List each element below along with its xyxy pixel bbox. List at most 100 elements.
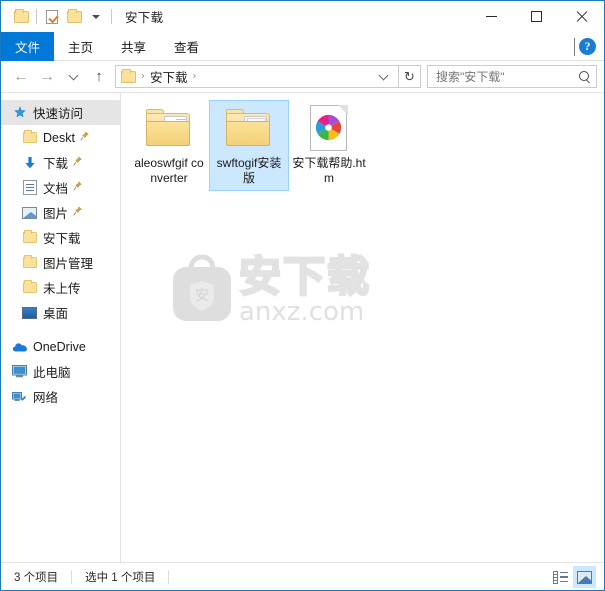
watermark: 安 安下载 anxz.com: [169, 253, 371, 327]
selection-count-label: 选中 1 个项目: [85, 571, 156, 584]
sidebar-item-desktop[interactable]: 桌面: [1, 300, 120, 325]
cloud-icon: [11, 339, 28, 355]
navigation-bar: ← → ↑ › 安下载 › ↻ 搜索"安下载": [1, 61, 604, 92]
sidebar-item-label: 下载: [43, 157, 69, 171]
file-item-label: 安下载帮助.htm: [292, 156, 366, 185]
back-arrow-icon: ←: [13, 67, 29, 85]
sidebar-item-label: 安下载: [43, 232, 81, 246]
sidebar-item-this-pc[interactable]: 此电脑: [1, 359, 120, 384]
checked-document-icon[interactable]: [41, 6, 63, 28]
tab-home[interactable]: 主页: [54, 32, 107, 61]
watermark-text: 安下载 anxz.com: [238, 253, 371, 327]
sidebar-item-label: 网络: [33, 391, 59, 405]
refresh-button[interactable]: ↻: [399, 65, 421, 88]
folder-icon: [21, 230, 38, 246]
pinwheel-icon: [315, 114, 342, 141]
chevron-down-icon[interactable]: [574, 37, 575, 56]
sidebar-item-not-uploaded[interactable]: 未上传: [1, 275, 120, 300]
sidebar-item-picture-management[interactable]: 图片管理: [1, 250, 120, 275]
recent-locations-button[interactable]: [60, 64, 86, 90]
qat-divider: [36, 9, 37, 24]
close-button[interactable]: [559, 1, 604, 32]
search-input[interactable]: 搜索"安下载": [436, 68, 579, 85]
chevron-down-icon[interactable]: [378, 70, 389, 80]
explorer-body: 快速访问 Deskt 下载 文档 图片 安下载 图片管理 未上传 桌面 OneD…: [1, 92, 604, 562]
html-document-icon: [305, 104, 353, 152]
chevron-down-icon: [68, 70, 78, 80]
qat-new-folder-icon[interactable]: [63, 6, 85, 28]
folder-icon: [21, 130, 38, 146]
computer-icon: [11, 364, 28, 380]
up-arrow-icon: ↑: [95, 68, 103, 85]
desktop-icon: [21, 305, 38, 321]
pin-icon[interactable]: [80, 130, 89, 145]
tab-file[interactable]: 文件: [1, 32, 55, 61]
pin-icon[interactable]: [73, 205, 82, 220]
sidebar-item-downloads[interactable]: 下载: [1, 150, 120, 175]
folder-icon: [121, 68, 136, 83]
folder-icon: [225, 104, 273, 152]
item-count-label: 3 个项目: [14, 571, 59, 584]
large-icons-view-icon[interactable]: [573, 566, 596, 588]
qat-folder-icon[interactable]: [10, 6, 32, 28]
sidebar-item-documents[interactable]: 文档: [1, 175, 120, 200]
details-view-icon[interactable]: [549, 566, 572, 588]
file-item-htm-anxiazai-help[interactable]: 安下载帮助.htm: [289, 100, 369, 191]
forward-button[interactable]: →: [34, 64, 60, 90]
icon-grid: aleoswfgif converter swftogif安装版 安下载帮助.h…: [121, 93, 604, 191]
search-icon[interactable]: [579, 70, 591, 83]
file-item-label: aleoswfgif converter: [134, 156, 204, 185]
sidebar-item-label: 图片管理: [43, 257, 94, 271]
sidebar-item-anxiazai[interactable]: 安下载: [1, 225, 120, 250]
breadcrumb-segment-current[interactable]: 安下载: [150, 67, 188, 86]
watermark-url: anxz.com: [239, 297, 365, 327]
window-title: 安下载: [125, 11, 164, 25]
pin-icon[interactable]: [73, 155, 82, 170]
folder-icon: [21, 280, 38, 296]
back-button[interactable]: ←: [8, 64, 34, 90]
breadcrumb-separator-1[interactable]: ›: [141, 71, 145, 82]
sidebar-item-label: 文档: [43, 182, 69, 196]
status-divider: [71, 569, 73, 584]
qat-divider-2: [111, 9, 112, 24]
forward-arrow-icon: →: [39, 67, 55, 85]
navigation-pane: 快速访问 Deskt 下载 文档 图片 安下载 图片管理 未上传 桌面 OneD…: [1, 93, 121, 562]
file-item-folder-aleoswfgif[interactable]: aleoswfgif converter: [129, 100, 209, 191]
ribbon-right-controls: ?: [574, 32, 604, 61]
title-bar: 安下载: [1, 1, 604, 32]
minimize-button[interactable]: [469, 1, 514, 32]
svg-text:安: 安: [195, 288, 209, 304]
search-box[interactable]: 搜索"安下载": [427, 65, 597, 88]
sidebar-item-network[interactable]: 网络: [1, 384, 120, 409]
breadcrumb-separator-2[interactable]: ›: [193, 71, 197, 82]
tab-share[interactable]: 共享: [107, 32, 160, 61]
window-controls: [469, 1, 604, 32]
status-bar: 3 个项目 选中 1 个项目: [1, 562, 604, 590]
tab-view[interactable]: 查看: [160, 32, 213, 61]
folder-icon: [21, 255, 38, 271]
sidebar-item-pictures[interactable]: 图片: [1, 200, 120, 225]
up-button[interactable]: ↑: [86, 64, 112, 90]
sidebar-item-label: 桌面: [43, 307, 69, 321]
status-divider-2: [168, 569, 170, 584]
file-list-pane[interactable]: 安 安下载 anxz.com aleoswfgif converter swft…: [121, 93, 604, 562]
sidebar-item-label: OneDrive: [33, 339, 86, 354]
view-toggle-group: [549, 563, 596, 590]
file-item-label: swftogif安装版: [216, 156, 282, 185]
pin-icon[interactable]: [73, 180, 82, 195]
sidebar-item-quick-access[interactable]: 快速访问: [1, 100, 120, 125]
help-icon[interactable]: ?: [579, 38, 596, 55]
address-bar[interactable]: › 安下载 ›: [115, 65, 399, 88]
pictures-icon: [21, 205, 38, 221]
download-icon: [21, 155, 38, 171]
file-item-folder-swftogif[interactable]: swftogif安装版: [209, 100, 289, 191]
file-explorer-window: 安下载 文件 主页 共享 查看 ? ← → ↑ › 安下载 › ↻ 搜索"安下载…: [0, 0, 605, 591]
quick-access-toolbar: [10, 1, 116, 32]
watermark-bag-icon: 安: [169, 253, 235, 325]
sidebar-item-desktop-pinned[interactable]: Deskt: [1, 125, 120, 150]
chevron-down-icon[interactable]: [85, 6, 107, 28]
network-icon: [11, 389, 28, 405]
maximize-button[interactable]: [514, 1, 559, 32]
sidebar-item-label: Deskt: [43, 130, 75, 145]
sidebar-item-onedrive[interactable]: OneDrive: [1, 334, 120, 359]
